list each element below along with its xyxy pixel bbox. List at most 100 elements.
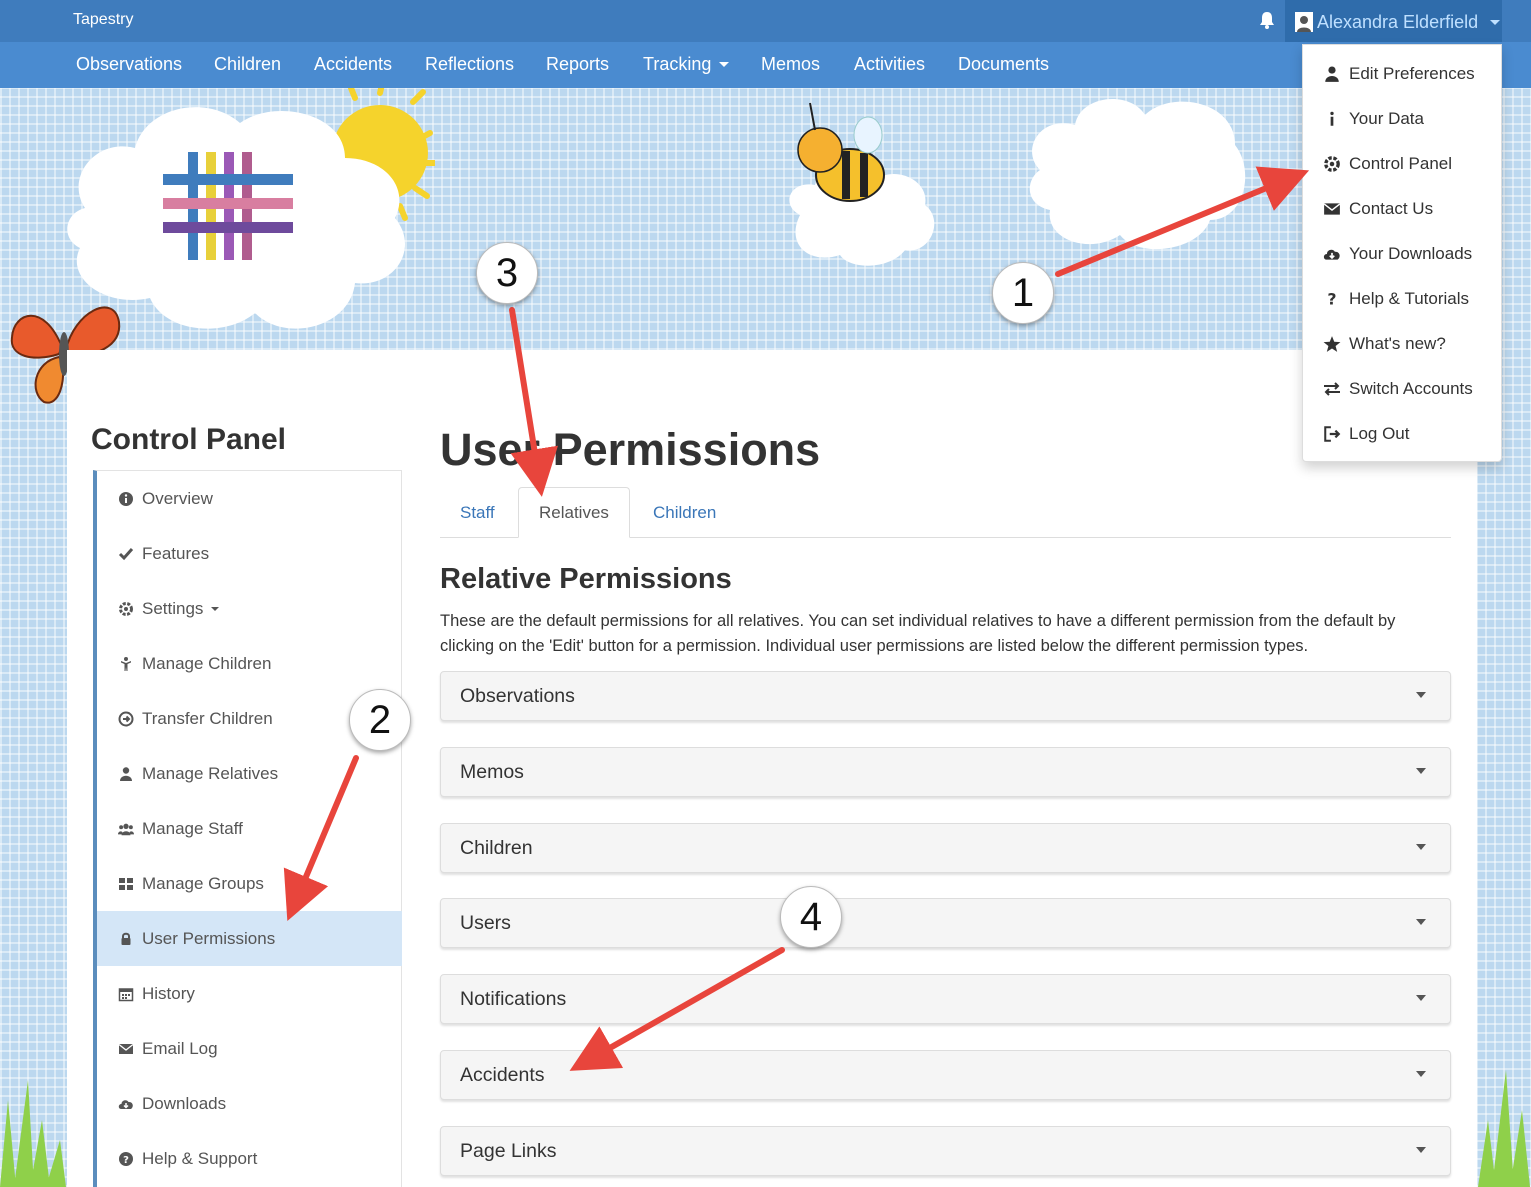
section-description: These are the default permissions for al…: [440, 612, 1396, 655]
sidebar-item-features[interactable]: Features: [97, 526, 402, 581]
menu-item-log-out[interactable]: Log Out: [1323, 422, 1410, 446]
panel-notifications[interactable]: Notifications: [440, 974, 1451, 1024]
sidebar-item-label: History: [142, 983, 195, 1003]
sidebar-item-overview[interactable]: Overview: [97, 471, 402, 526]
page-title: User Permissions: [440, 424, 821, 475]
menu-item-label: Help & Tutorials: [1349, 289, 1469, 308]
nav-tracking-label: Tracking: [643, 54, 712, 74]
sidebar-item-history[interactable]: History: [97, 966, 402, 1021]
panel-title: Accidents: [460, 1063, 545, 1086]
panel-users[interactable]: Users: [440, 898, 1451, 948]
sidebar-item-manage-relatives[interactable]: Manage Relatives: [97, 746, 402, 801]
brand-name[interactable]: Tapestry: [73, 11, 133, 29]
users-icon: [118, 823, 134, 835]
sidebar-item-settings[interactable]: Settings: [97, 581, 402, 636]
menu-item-label: Your Data: [1349, 109, 1424, 128]
logout-icon: [1324, 426, 1341, 442]
menu-item-label: Log Out: [1349, 424, 1410, 443]
sidebar-item-email-log[interactable]: Email Log: [97, 1021, 402, 1076]
panel-page-links[interactable]: Page Links: [440, 1126, 1451, 1176]
nav-accidents[interactable]: Accidents: [314, 54, 392, 75]
menu-item-your-downloads[interactable]: Your Downloads: [1323, 242, 1472, 266]
panel-title: Users: [460, 911, 511, 934]
nav-children[interactable]: Children: [214, 54, 281, 75]
check-icon: [118, 547, 134, 560]
annotation-callout-2: 2: [349, 689, 411, 751]
gear-icon: [1324, 156, 1340, 172]
cloud-download-icon: [1323, 249, 1340, 260]
envelope-icon: [118, 1043, 134, 1054]
menu-item-contact-us[interactable]: Contact Us: [1323, 197, 1433, 221]
chevron-down-icon: [1416, 919, 1426, 925]
chevron-down-icon: [1416, 1071, 1426, 1077]
cloud-illustration: [1029, 98, 1246, 250]
sidebar-item-label: Email Log: [142, 1038, 218, 1058]
control-panel-sidebar: Overview Features Settings Manage Childr…: [93, 470, 402, 1187]
grass-left-illustration: [0, 1080, 66, 1187]
menu-item-label: Switch Accounts: [1349, 379, 1473, 398]
grass-right-illustration: [1478, 1070, 1530, 1187]
menu-item-label: Control Panel: [1349, 154, 1453, 173]
chevron-down-icon: [719, 62, 730, 67]
panel-children[interactable]: Children: [440, 823, 1451, 873]
chevron-down-icon: [1416, 1147, 1426, 1153]
panel-title: Children: [460, 836, 533, 859]
sidebar-item-label: Manage Relatives: [142, 763, 279, 783]
sidebar-item-label: Transfer Children: [142, 708, 273, 728]
menu-item-whats-new[interactable]: What's new?: [1323, 332, 1446, 356]
menu-item-control-panel[interactable]: Control Panel: [1323, 152, 1452, 176]
bee-cloud-illustration: [789, 102, 935, 266]
panel-memos[interactable]: Memos: [440, 747, 1451, 797]
sidebar-item-label: Manage Staff: [142, 818, 243, 838]
menu-item-edit-preferences[interactable]: Edit Preferences: [1323, 62, 1475, 86]
control-panel-title: Control Panel: [91, 423, 287, 456]
nav-reflections[interactable]: Reflections: [425, 54, 514, 75]
nav-activities[interactable]: Activities: [854, 54, 925, 75]
nav-memos[interactable]: Memos: [761, 54, 820, 75]
sidebar-item-manage-staff[interactable]: Manage Staff: [97, 801, 402, 856]
chevron-down-icon: [211, 606, 220, 611]
sidebar-item-label: Settings: [142, 598, 204, 618]
annotation-callout-4: 4: [780, 886, 842, 948]
sidebar-item-label: Manage Groups: [142, 873, 264, 893]
user-avatar-icon: [1295, 12, 1313, 32]
sidebar-item-label: Features: [142, 543, 210, 563]
panel-title: Notifications: [460, 987, 567, 1010]
menu-item-label: Edit Preferences: [1349, 64, 1475, 83]
sidebar-item-manage-children[interactable]: Manage Children: [97, 636, 402, 691]
info-icon: [1330, 111, 1334, 126]
sidebar-item-help-support[interactable]: ? Help & Support: [97, 1131, 402, 1186]
panel-observations[interactable]: Observations: [440, 671, 1451, 721]
nav-reports[interactable]: Reports: [546, 54, 609, 75]
annotation-callout-3: 3: [476, 242, 538, 304]
menu-item-help-tutorials[interactable]: ? Help & Tutorials: [1323, 287, 1469, 311]
tab-staff[interactable]: Staff: [440, 487, 515, 538]
nav-tracking[interactable]: Tracking: [643, 54, 730, 75]
tab-relatives[interactable]: Relatives: [518, 487, 630, 538]
panel-title: Memos: [460, 760, 524, 783]
svg-text:?: ?: [1327, 290, 1336, 308]
bell-icon[interactable]: [1257, 10, 1277, 30]
panel-title: Observations: [460, 684, 575, 707]
menu-item-switch-accounts[interactable]: Switch Accounts: [1323, 377, 1473, 401]
circle-arrow-icon: [118, 711, 134, 726]
menu-item-label: Your Downloads: [1349, 244, 1473, 263]
sidebar-item-downloads[interactable]: Downloads: [97, 1076, 402, 1131]
sidebar-item-label: Downloads: [142, 1093, 227, 1113]
panel-accidents[interactable]: Accidents: [440, 1050, 1451, 1100]
menu-item-your-data[interactable]: Your Data: [1323, 107, 1424, 131]
nav-observations[interactable]: Observations: [76, 54, 182, 75]
tab-children[interactable]: Children: [633, 487, 736, 538]
sidebar-item-label: Manage Children: [142, 653, 272, 673]
user-name: Alexandra Elderfield: [1317, 11, 1479, 32]
nav-documents[interactable]: Documents: [958, 54, 1049, 75]
menu-item-label: Contact Us: [1349, 199, 1434, 218]
switch-arrows-icon: [1324, 382, 1340, 396]
envelope-icon: [1323, 203, 1341, 215]
user-dropdown-menu: Edit Preferences Your Data Control Panel…: [1302, 44, 1502, 462]
user-menu-toggle[interactable]: Alexandra Elderfield: [1285, 0, 1502, 44]
sidebar-item-manage-groups[interactable]: Manage Groups: [97, 856, 402, 911]
annotation-callout-1: 1: [992, 262, 1054, 324]
sidebar-item-user-permissions[interactable]: User Permissions: [97, 911, 402, 966]
info-icon: [119, 491, 133, 506]
